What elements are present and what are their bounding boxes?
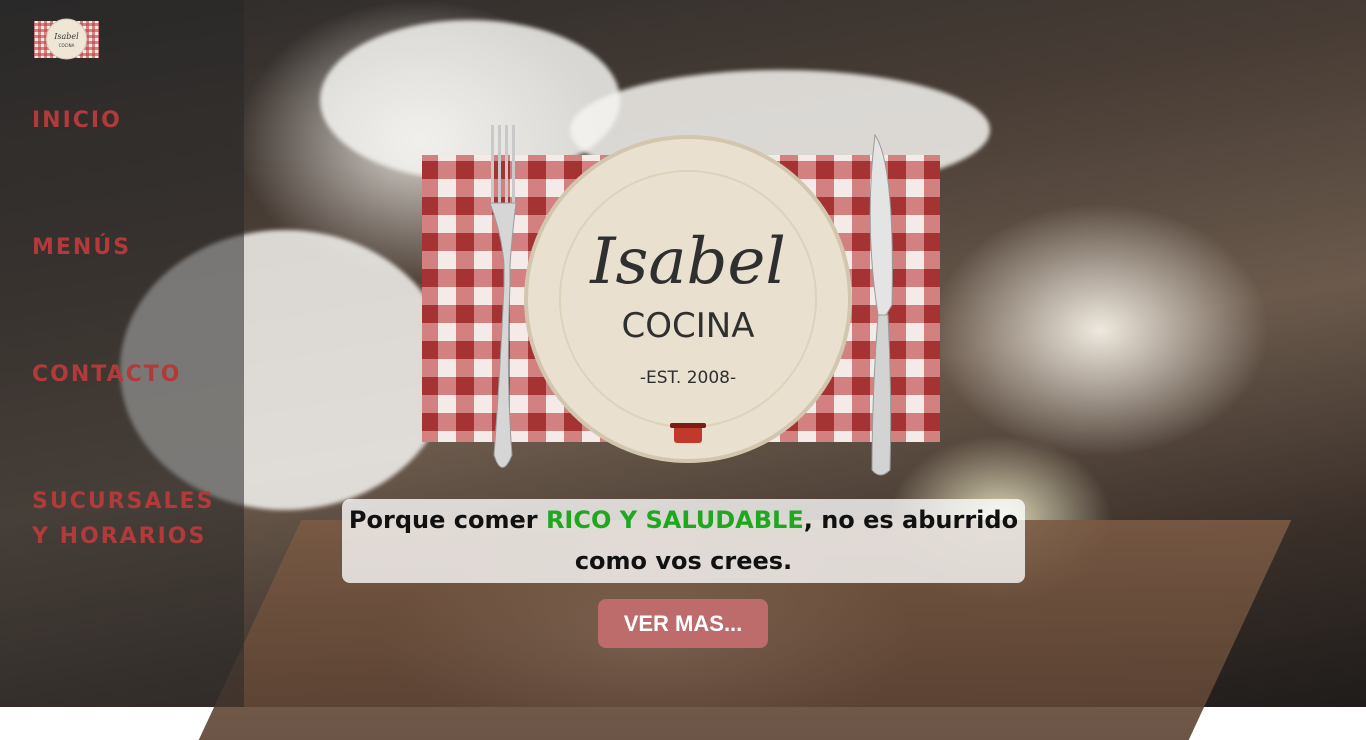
- svg-text:COCINA: COCINA: [59, 43, 75, 48]
- tagline-suffix: , no es aburrido: [803, 506, 1019, 534]
- nav-item-sucursales-line2: Y HORARIOS: [32, 524, 207, 549]
- nav-item-contacto[interactable]: CONTACTO: [32, 357, 181, 392]
- nav-item-inicio[interactable]: INICIO: [32, 103, 122, 138]
- svg-text:Isabel: Isabel: [589, 225, 786, 299]
- tagline-highlight: RICO Y SALUDABLE: [545, 506, 804, 534]
- svg-text:-EST. 2008-: -EST. 2008-: [640, 368, 736, 388]
- hero-tagline: Porque comer RICO Y SALUDABLE, no es abu…: [342, 499, 1025, 583]
- nav-item-sucursales-line1: SUCURSALES: [32, 489, 215, 514]
- ver-mas-button[interactable]: VER MAS...: [598, 599, 768, 648]
- pot-icon: [670, 423, 706, 443]
- nav-item-sucursales[interactable]: SUCURSALES Y HORARIOS: [32, 484, 214, 554]
- brand-logo: Isabel COCINA -EST. 2008-: [422, 125, 940, 476]
- tagline-line2: como vos crees.: [574, 547, 793, 575]
- nav-item-menus[interactable]: MENÚS: [32, 230, 131, 265]
- tagline-prefix: Porque comer: [348, 506, 546, 534]
- sidebar-nav: Isabel COCINA INICIO MENÚS CONTACTO SUCU…: [0, 0, 244, 707]
- svg-text:COCINA: COCINA: [622, 306, 755, 346]
- brand-logo-small[interactable]: Isabel COCINA: [32, 17, 101, 62]
- tagline-line1: Porque comer RICO Y SALUDABLE, no es abu…: [342, 500, 1025, 541]
- svg-text:Isabel: Isabel: [53, 32, 79, 41]
